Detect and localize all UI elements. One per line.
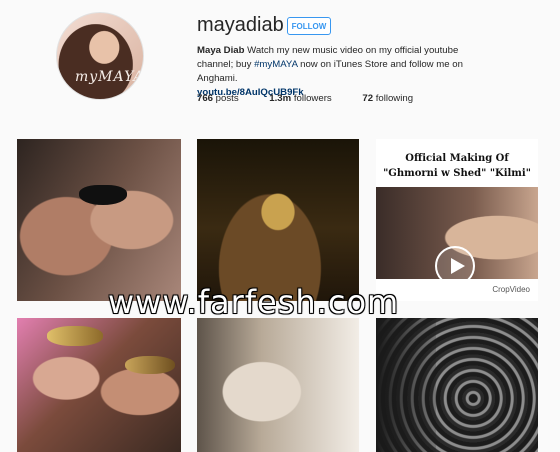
sunglasses-shape xyxy=(125,356,175,374)
post-thumbnail-6[interactable] xyxy=(376,318,538,452)
video-title: Official Making Of "Ghmorni w Shed" "Kil… xyxy=(376,151,538,181)
avatar-signature: myMAYA xyxy=(75,69,144,85)
follow-button[interactable]: FOLLOW xyxy=(287,17,331,35)
following-stat[interactable]: 72 following xyxy=(362,93,413,104)
profile-stats: 766 posts 1.3m followers 72 following xyxy=(197,93,441,104)
post-thumbnail-2[interactable] xyxy=(197,139,359,301)
username: mayadiab xyxy=(197,14,284,36)
posts-stat: 766 posts xyxy=(197,93,239,104)
post-thumbnail-4[interactable] xyxy=(17,318,181,452)
following-count: 72 xyxy=(362,93,374,104)
video-frame xyxy=(376,187,538,286)
bio: Maya Diab Watch my new music video on my… xyxy=(197,44,497,100)
sunglasses-shape xyxy=(79,185,127,205)
bio-name: Maya Diab xyxy=(197,45,245,56)
video-title-line1: Official Making Of xyxy=(405,153,509,164)
bio-hashtag-link[interactable]: #myMAYA xyxy=(254,59,297,70)
following-label: following xyxy=(373,93,414,104)
posts-count: 766 xyxy=(197,93,214,104)
site-watermark: www.farfesh.com xyxy=(108,283,400,321)
shadow-overlay xyxy=(376,318,436,452)
video-title-line2: "Ghmorni w Shed" "Kilmi" xyxy=(383,168,531,179)
post-thumbnail-1[interactable] xyxy=(17,139,181,301)
posts-label: posts xyxy=(213,93,239,104)
video-watermark: CropVideo xyxy=(492,285,530,294)
profile-avatar[interactable]: myMAYA xyxy=(56,12,144,100)
post-thumbnail-3[interactable]: Official Making Of "Ghmorni w Shed" "Kil… xyxy=(376,139,538,301)
play-icon[interactable] xyxy=(435,246,475,286)
post-thumbnail-5[interactable] xyxy=(197,318,359,452)
sunglasses-shape xyxy=(47,326,103,346)
followers-count: 1.3m xyxy=(269,93,292,104)
followers-label: followers xyxy=(291,93,332,104)
followers-stat[interactable]: 1.3m followers xyxy=(269,93,331,104)
